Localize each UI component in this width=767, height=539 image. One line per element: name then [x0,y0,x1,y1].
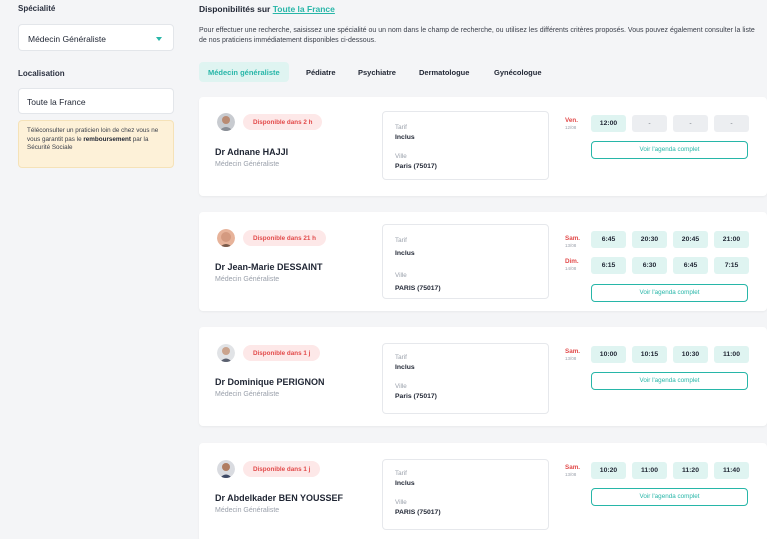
specialite-value: Médecin Généraliste [28,34,106,44]
tarif-value: Inclus [395,480,415,487]
doctor-card[interactable]: Disponible dans 21 h Dr Jean-Marie DESSA… [199,212,767,311]
time-slot[interactable]: 6:30 [632,257,667,274]
tab-medecin-generaliste[interactable]: Médecin généraliste [199,62,289,82]
localisation-label: Localisation [18,69,65,78]
tab-dermatologue[interactable]: Dermatologue [419,62,469,82]
time-slot[interactable]: 6:45 [673,257,708,274]
ville-label: Ville [395,272,407,279]
day-label: Sam. 13/08 [565,348,581,361]
tarif-value: Inclus [395,364,415,371]
time-slot[interactable]: 10:20 [591,462,626,479]
time-slot[interactable]: 6:15 [591,257,626,274]
availability-badge: Disponible dans 1 j [243,345,321,361]
tarif-value: Inclus [395,250,415,257]
doctor-name[interactable]: Dr Dominique PERIGNON [215,377,325,387]
avatar [217,229,235,247]
ville-value: Paris (75017) [395,393,437,400]
time-slot: - [632,115,667,132]
info-box: Tarif Inclus Ville PARIS (75017) [382,459,549,530]
time-slot[interactable]: 11:20 [673,462,708,479]
time-slot: - [714,115,749,132]
time-slot: - [673,115,708,132]
doctor-name[interactable]: Dr Abdelkader BEN YOUSSEF [215,493,343,503]
doctor-card[interactable]: Disponible dans 2 h Dr Adnane HAJJI Méde… [199,97,767,196]
ville-label: Ville [395,499,407,506]
ville-value: Paris (75017) [395,163,437,170]
avatar [217,460,235,478]
doctor-card[interactable]: Disponible dans 1 j Dr Dominique PERIGNO… [199,327,767,426]
tab-gynecologue[interactable]: Gynécologue [494,62,542,82]
day-label: Sam. 13/08 [565,464,581,477]
time-slot[interactable]: 7:15 [714,257,749,274]
title-prefix: Disponibilités sur [199,4,273,14]
time-slot[interactable]: 11:00 [632,462,667,479]
doctor-specialty: Médecin Généraliste [215,507,280,514]
avatar [217,344,235,362]
info-box: Tarif Inclus Ville PARIS (75017) [382,224,549,299]
page-description: Pour effectuer une recherche, saisissez … [199,27,755,44]
time-slot[interactable]: 20:30 [632,231,667,248]
info-box: Tarif Inclus Ville Paris (75017) [382,343,549,414]
day-label: Dim. 14/08 [565,258,579,271]
time-slot[interactable]: 6:45 [591,231,626,248]
ville-value: PARIS (75017) [395,509,441,516]
day-label: Sam. 13/08 [565,235,581,248]
time-slot[interactable]: 11:00 [714,346,749,363]
day-label: Ven. 12/08 [565,117,578,130]
view-agenda-button[interactable]: Voir l'agenda complet [591,284,748,302]
view-agenda-button[interactable]: Voir l'agenda complet [591,141,748,159]
time-slot[interactable]: 12:00 [591,115,626,132]
time-slot[interactable]: 20:45 [673,231,708,248]
ville-value: PARIS (75017) [395,285,441,292]
time-slot[interactable]: 10:00 [591,346,626,363]
avatar [217,113,235,131]
availability-badge: Disponible dans 21 h [243,230,326,246]
specialite-label: Spécialité [18,4,56,13]
location-link[interactable]: Toute la France [273,4,335,14]
doctor-specialty: Médecin Généraliste [215,161,280,168]
tab-psychiatre[interactable]: Psychiatre [358,62,396,82]
notice-bold: remboursement [83,135,131,143]
doctor-card[interactable]: Disponible dans 1 j Dr Abdelkader BEN YO… [199,443,767,539]
view-agenda-button[interactable]: Voir l'agenda complet [591,372,748,390]
view-agenda-button[interactable]: Voir l'agenda complet [591,488,748,506]
localisation-input[interactable]: Toute la France [18,88,174,114]
availability-main: Disponibilités sur Toute la France Pour … [199,0,767,539]
ville-label: Ville [395,383,407,390]
tarif-label: Tarif [395,354,407,361]
time-slot[interactable]: 10:15 [632,346,667,363]
doctor-name[interactable]: Dr Adnane HAJJI [215,147,288,157]
tarif-label: Tarif [395,470,407,477]
availability-badge: Disponible dans 1 j [243,461,321,477]
reimbursement-notice: Téléconsulter un praticien loin de chez … [18,120,174,168]
doctor-specialty: Médecin Généraliste [215,276,280,283]
page-title: Disponibilités sur Toute la France [199,4,335,14]
tab-pediatre[interactable]: Pédiatre [306,62,336,82]
filters-sidebar: Spécialité Médecin Généraliste Localisat… [0,0,185,539]
time-slot[interactable]: 21:00 [714,231,749,248]
specialite-select[interactable]: Médecin Généraliste [18,24,174,51]
chevron-down-icon [156,37,162,41]
tarif-label: Tarif [395,237,407,244]
tarif-label: Tarif [395,124,407,131]
info-box: Tarif Inclus Ville Paris (75017) [382,111,549,180]
doctor-name[interactable]: Dr Jean-Marie DESSAINT [215,262,323,272]
time-slot[interactable]: 10:30 [673,346,708,363]
availability-badge: Disponible dans 2 h [243,114,323,130]
tarif-value: Inclus [395,134,415,141]
doctor-specialty: Médecin Généraliste [215,391,280,398]
ville-label: Ville [395,153,407,160]
time-slot[interactable]: 11:40 [714,462,749,479]
